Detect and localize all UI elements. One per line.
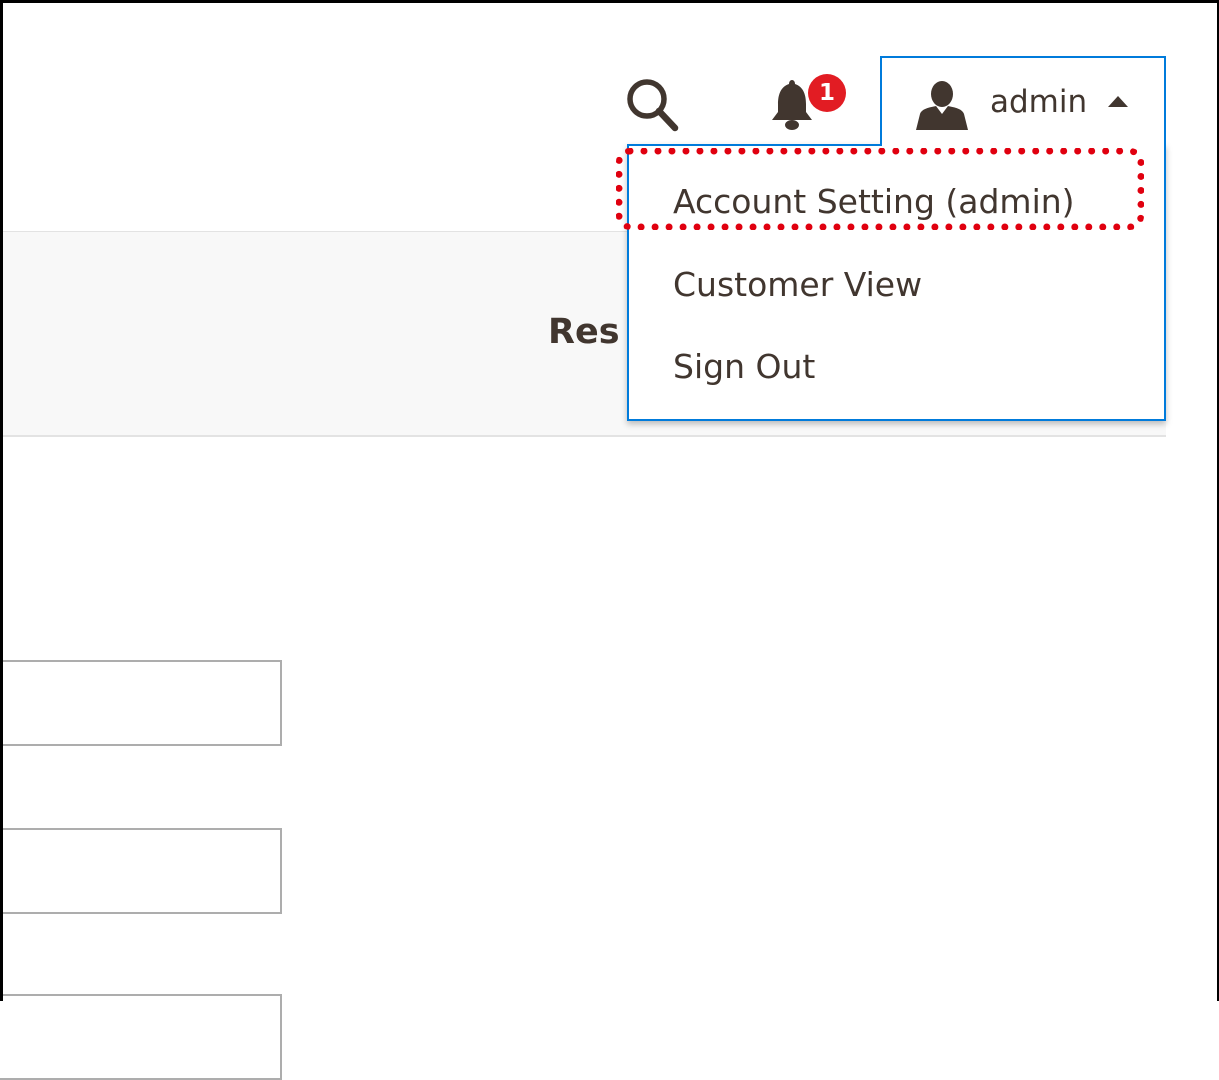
menu-item-account-setting[interactable]: Account Setting (admin) [673, 180, 1075, 224]
user-icon [916, 81, 968, 130]
search-button[interactable] [620, 74, 684, 134]
user-name-label: admin [990, 84, 1088, 120]
user-account-toggle[interactable]: admin [880, 56, 1166, 146]
menu-item-sign-out[interactable]: Sign Out [673, 345, 815, 389]
form-field-2[interactable] [0, 828, 282, 914]
search-icon [627, 79, 679, 132]
form-field-1[interactable] [0, 660, 282, 746]
menu-item-customer-view[interactable]: Customer View [673, 263, 922, 307]
notification-count-badge: 1 [808, 74, 846, 112]
page-band-text: Res [548, 312, 620, 352]
caret-up-icon [1108, 96, 1128, 107]
form-field-3[interactable] [0, 994, 282, 1080]
user-dropdown-menu: Account Setting (admin) Customer View Si… [627, 144, 1166, 421]
notifications-button[interactable]: 1 [766, 74, 850, 134]
